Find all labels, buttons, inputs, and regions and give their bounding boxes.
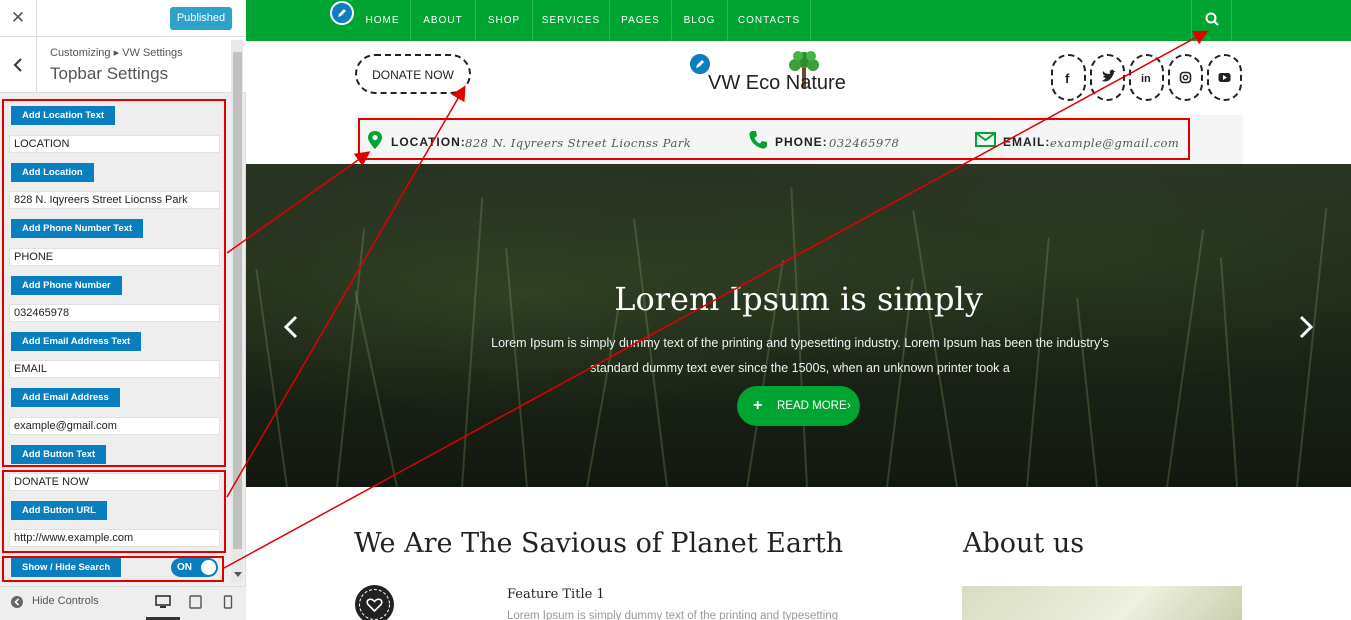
scroll-down-icon[interactable]	[233, 571, 243, 579]
nav-shop[interactable]: SHOP	[476, 0, 533, 41]
annotation-box-button	[2, 470, 226, 553]
read-more-label: READ MORE	[777, 400, 847, 412]
search-icon	[1205, 12, 1219, 26]
desktop-preview-icon[interactable]	[155, 595, 171, 609]
scrollbar-thumb[interactable]	[233, 52, 242, 549]
nav-pages[interactable]: PAGES	[610, 0, 672, 41]
slider-prev-icon[interactable]	[282, 314, 300, 340]
hide-controls-link[interactable]: Hide Controls	[32, 595, 99, 607]
twitter-link[interactable]	[1090, 54, 1125, 101]
feature-text: Lorem Ipsum is simply dummy text of the …	[507, 610, 839, 620]
plus-icon: +	[753, 397, 763, 414]
instagram-icon	[1179, 71, 1192, 84]
section-title: Topbar Settings	[50, 64, 169, 83]
site-logo[interactable]: VW Eco Nature	[708, 72, 846, 95]
mobile-preview-icon[interactable]	[223, 595, 233, 609]
hero-slider	[246, 164, 1351, 487]
back-icon[interactable]	[0, 37, 37, 93]
svg-text:f: f	[1065, 71, 1070, 86]
linkedin-icon: in	[1141, 73, 1151, 85]
feature-icon-circle	[355, 585, 394, 620]
read-more-button[interactable]: + READ MORE ›	[737, 386, 860, 426]
section-heading: We Are The Savious of Planet Earth	[354, 528, 844, 559]
linkedin-link[interactable]: in	[1129, 54, 1164, 101]
annotation-box-contacts	[2, 99, 226, 467]
heart-icon	[359, 589, 390, 620]
youtube-icon	[1218, 73, 1231, 82]
search-button[interactable]	[1191, 0, 1232, 41]
feature-title: Feature Title 1	[507, 587, 605, 602]
section-header: Customizing ▸ VW Settings Topbar Setting…	[0, 37, 246, 93]
facebook-icon: f	[1065, 71, 1070, 86]
nav-contacts[interactable]: CONTACTS	[728, 0, 811, 41]
slider-next-icon[interactable]	[1297, 314, 1315, 340]
twitter-icon	[1102, 69, 1116, 82]
tablet-preview-icon[interactable]	[189, 595, 202, 609]
breadcrumb: Customizing ▸ VW Settings	[50, 47, 183, 59]
nav-services[interactable]: SERVICES	[533, 0, 610, 41]
published-button[interactable]: Published	[170, 7, 232, 30]
facebook-link[interactable]: f	[1051, 54, 1086, 101]
instagram-link[interactable]	[1168, 54, 1203, 101]
svg-text:in: in	[1141, 73, 1151, 85]
about-image	[962, 586, 1242, 620]
nav-about[interactable]: ABOUT	[411, 0, 476, 41]
annotation-box-search	[2, 556, 224, 582]
nav-home[interactable]: HOME	[355, 0, 411, 41]
youtube-link[interactable]	[1207, 54, 1242, 101]
hero-text: Lorem Ipsum is simply dummy text of the …	[491, 336, 1109, 375]
chevron-right-icon: ›	[847, 400, 851, 412]
annotation-box-topbar	[358, 118, 1190, 160]
hide-controls-icon[interactable]	[11, 596, 23, 608]
hero-title: Lorem Ipsum is simply	[614, 280, 983, 318]
close-icon[interactable]: ✕	[0, 0, 37, 37]
donate-button[interactable]: DONATE NOW	[355, 54, 471, 94]
about-heading: About us	[963, 528, 1085, 559]
nav-blog[interactable]: BLOG	[672, 0, 728, 41]
edit-shortcut-icon[interactable]	[330, 1, 354, 25]
